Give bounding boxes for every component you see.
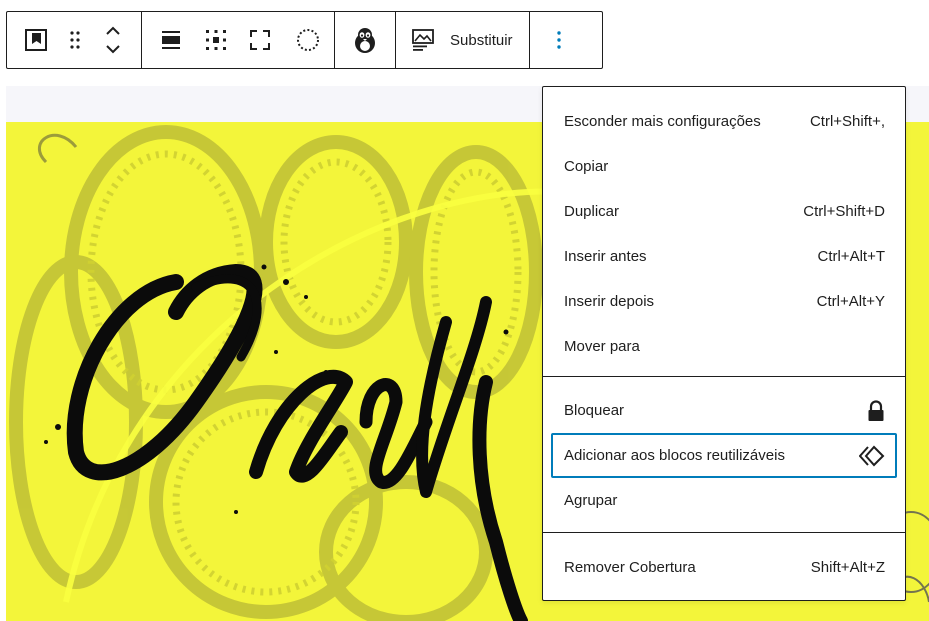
replace-label: Substituir [450, 31, 513, 49]
menu-item-label: Esconder mais configurações [564, 113, 761, 130]
menu-item-duplicate[interactable]: Duplicar Ctrl+Shift+D [551, 189, 897, 234]
menu-group-actions: Esconder mais configurações Ctrl+Shift+,… [543, 87, 905, 377]
toolbar-group-block [7, 12, 142, 68]
menu-item-hide-settings[interactable]: Esconder mais configurações Ctrl+Shift+, [551, 99, 897, 144]
cover-block-icon [25, 29, 47, 51]
content-position-icon [206, 30, 226, 50]
menu-item-insert-before[interactable]: Inserir antes Ctrl+Alt+T [551, 234, 897, 279]
full-height-button[interactable] [232, 12, 288, 68]
media-icon [412, 29, 434, 51]
toolbar-group-layout [142, 12, 335, 68]
drag-handle-button[interactable] [65, 12, 85, 68]
align-icon [162, 31, 180, 49]
menu-item-add-reusable[interactable]: Adicionar aos blocos reutilizáveis [551, 433, 897, 478]
move-up-down-button[interactable] [85, 12, 141, 68]
menu-item-label: Mover para [564, 338, 640, 355]
toolbar-group-avatar [335, 12, 396, 68]
menu-item-lock[interactable]: Bloquear [551, 388, 897, 433]
duotone-circle-icon [297, 29, 319, 51]
block-toolbar: Substituir [6, 11, 603, 69]
menu-item-shortcut: Ctrl+Alt+Y [816, 293, 885, 310]
menu-group-manage: Bloquear Adicionar aos blocos reutilizáv… [543, 377, 905, 533]
content-position-button[interactable] [200, 12, 232, 68]
drag-handle-icon [70, 31, 80, 49]
avatar-button[interactable] [335, 12, 395, 68]
menu-item-insert-after[interactable]: Inserir depois Ctrl+Alt+Y [551, 279, 897, 324]
lock-icon [868, 399, 884, 421]
reusable-block-icon [859, 445, 885, 466]
block-options-menu: Esconder mais configurações Ctrl+Shift+,… [542, 86, 906, 601]
menu-item-label: Bloquear [564, 402, 625, 419]
menu-item-shortcut: Ctrl+Shift+D [803, 203, 885, 220]
menu-item-label: Agrupar [564, 492, 618, 509]
menu-item-group[interactable]: Agrupar [551, 478, 897, 523]
move-up-down-icon [106, 26, 120, 54]
menu-item-shortcut: Ctrl+Shift+, [809, 113, 885, 130]
replace-media-button[interactable]: Substituir [396, 12, 529, 68]
menu-item-remove-cover[interactable]: Remover Cobertura Shift+Alt+Z [551, 545, 897, 590]
block-type-button[interactable] [7, 12, 65, 68]
menu-item-copy[interactable]: Copiar [551, 144, 897, 189]
menu-item-label: Duplicar [564, 203, 620, 220]
fullscreen-icon [250, 30, 270, 50]
menu-item-shortcut: Ctrl+Alt+T [817, 248, 885, 265]
menu-item-move-to[interactable]: Mover para [551, 324, 897, 369]
menu-item-label: Inserir antes [564, 248, 647, 265]
more-vertical-icon [556, 31, 561, 49]
avatar-icon [355, 28, 375, 53]
menu-item-label: Adicionar aos blocos reutilizáveis [564, 447, 785, 464]
toolbar-group-replace: Substituir [396, 12, 530, 68]
toolbar-group-more [530, 12, 588, 68]
duotone-button[interactable] [288, 12, 334, 68]
align-button[interactable] [142, 12, 200, 68]
menu-item-shortcut: Shift+Alt+Z [810, 559, 885, 576]
menu-item-label: Remover Cobertura [564, 559, 696, 576]
more-options-button[interactable] [530, 12, 588, 68]
menu-group-remove: Remover Cobertura Shift+Alt+Z [543, 533, 905, 598]
menu-item-label: Copiar [564, 158, 609, 175]
menu-item-label: Inserir depois [564, 293, 655, 310]
